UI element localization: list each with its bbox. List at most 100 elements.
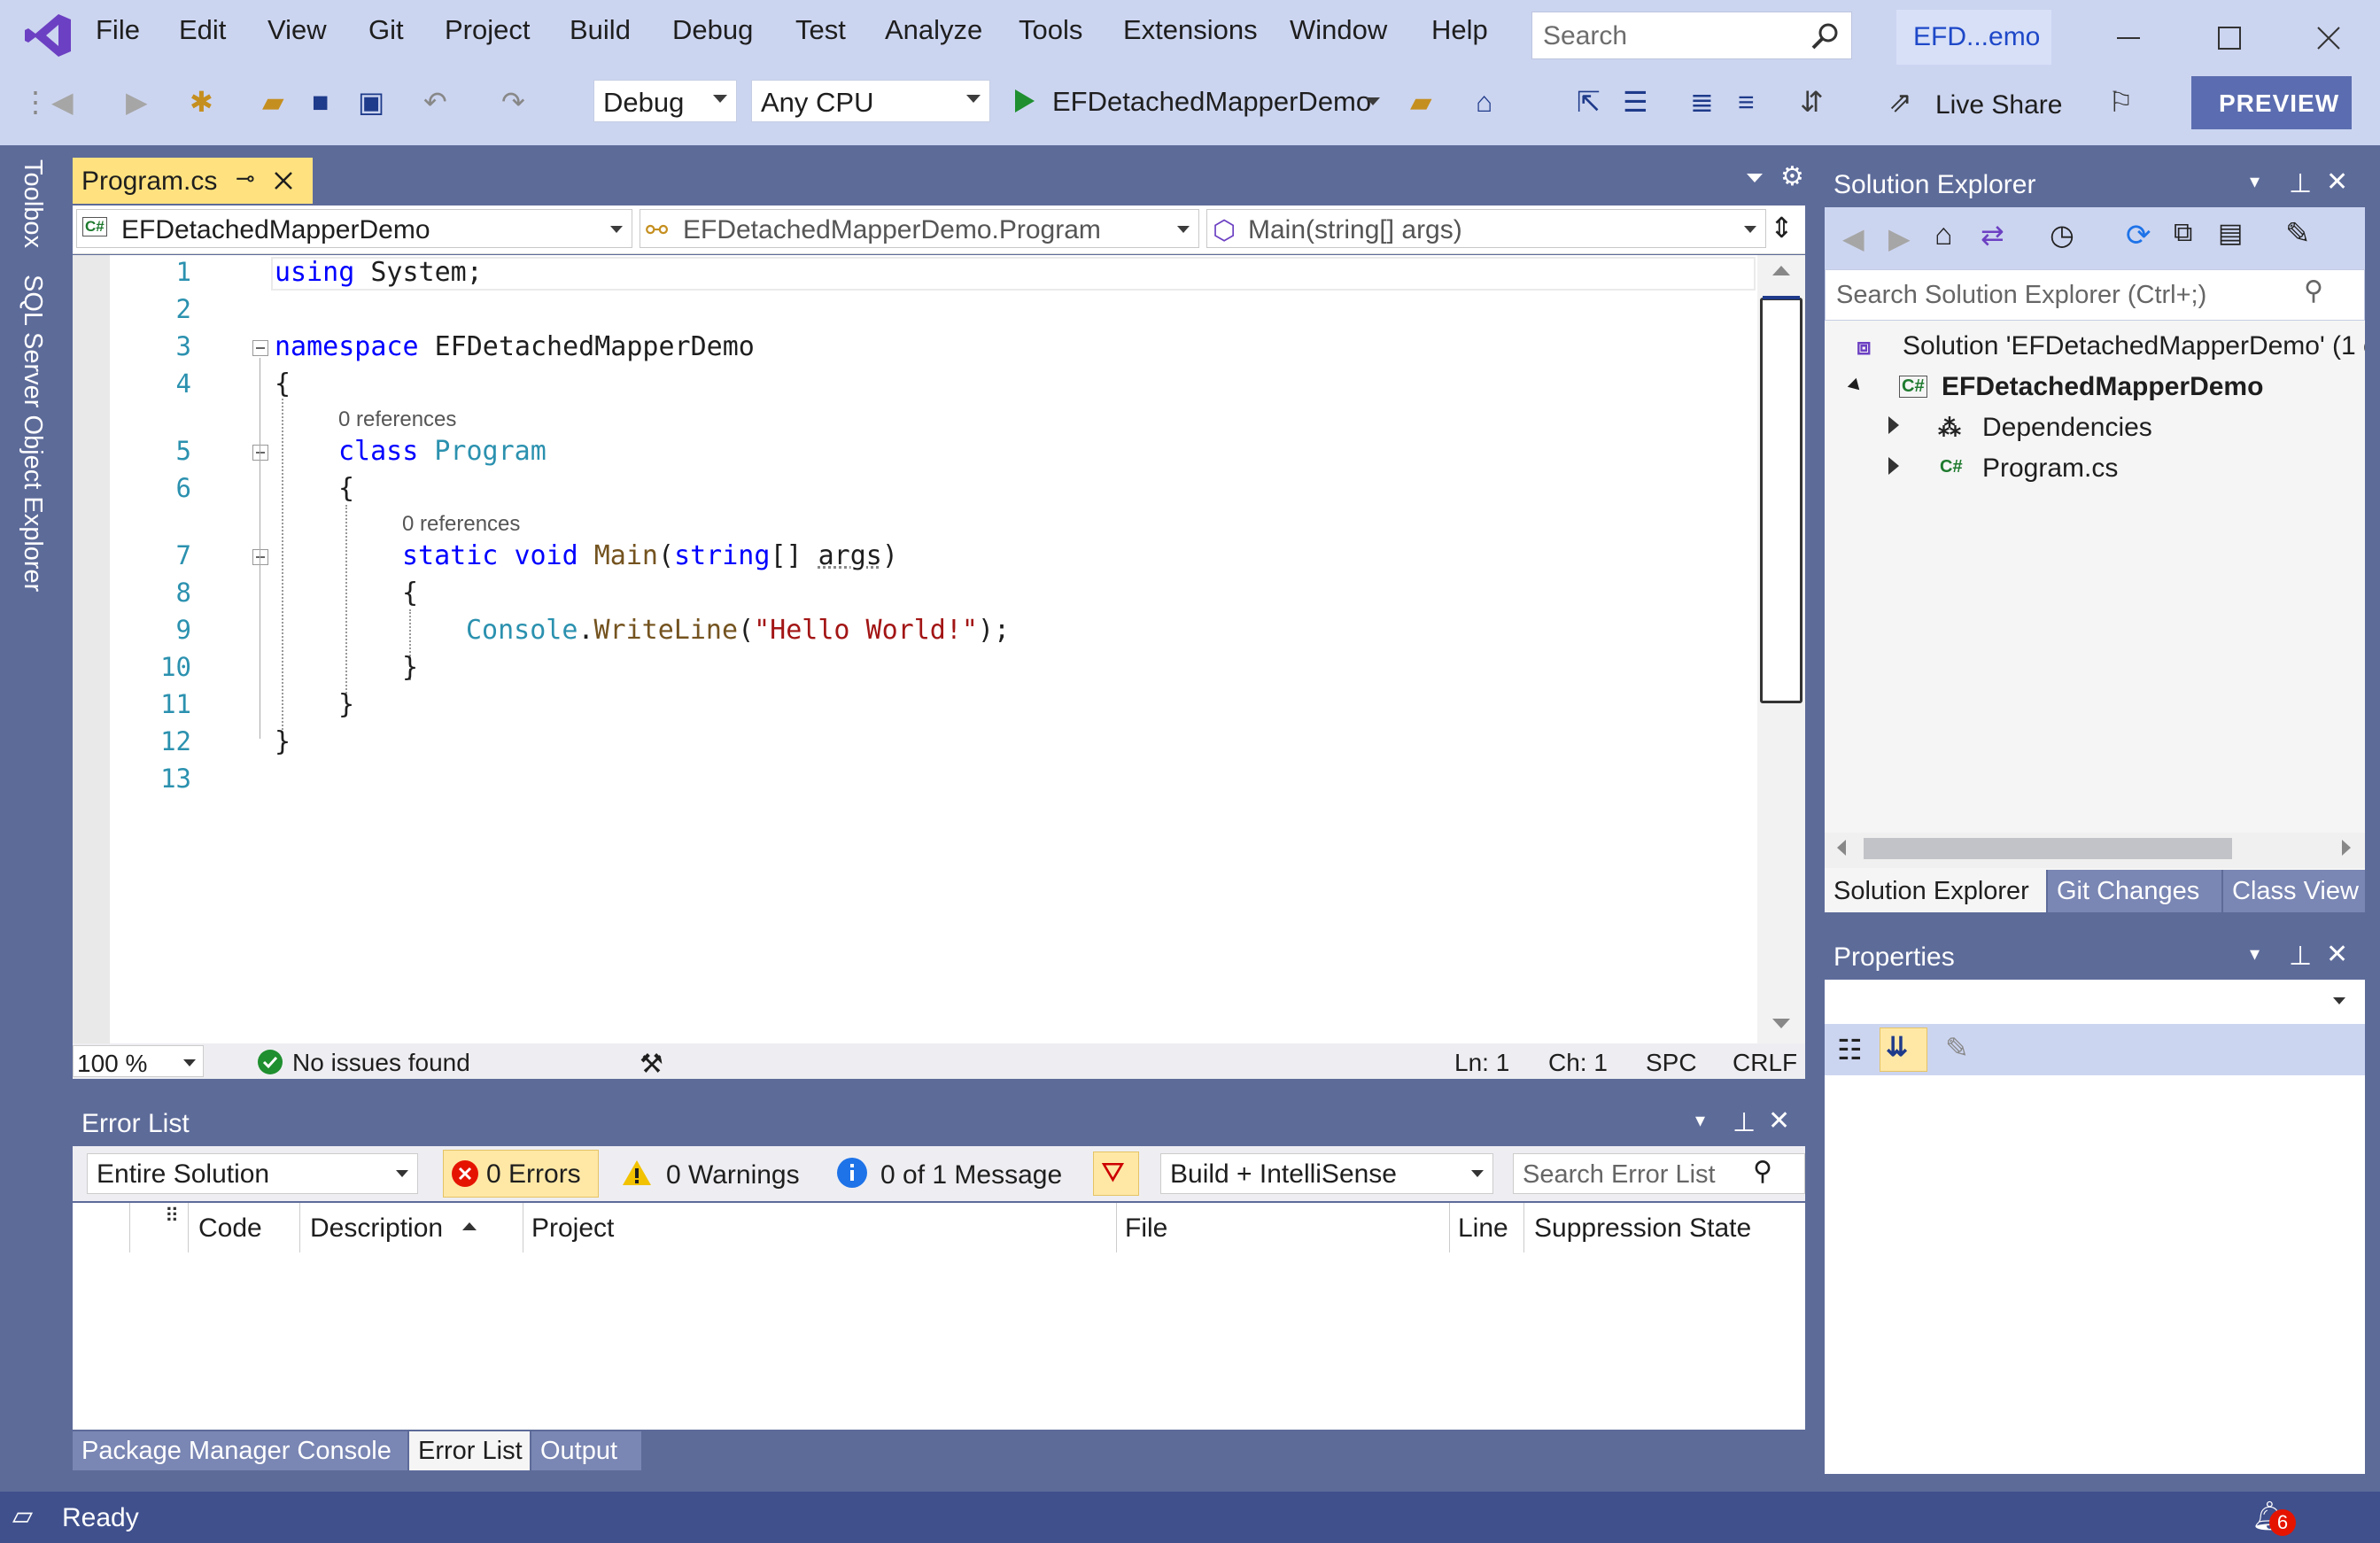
start-target-label[interactable]: EFDetachedMapperDemo xyxy=(1052,86,1371,118)
menu-view[interactable]: View xyxy=(267,14,327,46)
column-file[interactable]: File xyxy=(1125,1213,1167,1244)
chevron-down-icon[interactable] xyxy=(1366,97,1380,105)
home-icon[interactable]: ⌂ xyxy=(1934,218,1953,252)
tree-item-project[interactable]: EFDetachedMapperDemo xyxy=(1942,372,2263,402)
minimize-icon[interactable] xyxy=(2113,23,2144,53)
collapse-class-icon[interactable] xyxy=(252,445,268,461)
step-into-icon[interactable]: ⇱ xyxy=(1577,82,1601,121)
navigate-forward-icon[interactable]: ▶ xyxy=(126,82,148,121)
sql-server-object-explorer-tab[interactable]: SQL Server Object Explorer xyxy=(18,275,47,592)
navigate-back-icon[interactable]: ◀ xyxy=(51,82,74,121)
pin-icon[interactable]: ⊸ xyxy=(236,165,255,192)
property-pages-wrench-icon[interactable]: ✎ xyxy=(1945,1031,1969,1065)
window-position-icon[interactable]: ▾ xyxy=(2250,170,2260,193)
alphabetical-toggle[interactable]: ⇊ xyxy=(1880,1027,1927,1072)
collapsed-arrow-icon[interactable] xyxy=(1888,457,1899,475)
column-line[interactable]: Line xyxy=(1458,1213,1508,1244)
collapsed-arrow-icon[interactable] xyxy=(1888,416,1899,434)
close-tab-icon[interactable] xyxy=(273,170,294,191)
column-code[interactable]: Code xyxy=(198,1213,262,1244)
menu-debug[interactable]: Debug xyxy=(672,14,753,46)
properties-object-select[interactable] xyxy=(1825,980,2365,1024)
collapse-method-icon[interactable] xyxy=(252,549,268,565)
member-navigation-select[interactable]: ⬡ Main(string[] args) xyxy=(1206,209,1766,248)
show-all-files-icon[interactable]: ▤ xyxy=(2218,218,2243,249)
warnings-filter-toggle[interactable]: 0 Warnings xyxy=(666,1160,800,1190)
search-error-list-input[interactable]: Search Error List ⚲ xyxy=(1513,1153,1805,1194)
switch-views-icon[interactable]: ⇄ xyxy=(1981,218,2004,252)
line-indicator[interactable]: Ln: 1 xyxy=(1454,1049,1509,1077)
tab-output[interactable]: Output xyxy=(531,1431,641,1470)
tab-error-list[interactable]: Error List xyxy=(409,1431,530,1470)
toolbar-overflow-icon[interactable]: ⇵ xyxy=(1800,82,1824,121)
error-source-select[interactable]: Build + IntelliSense xyxy=(1160,1153,1493,1194)
type-navigation-select[interactable]: ⚯ EFDetachedMapperDemo.Program xyxy=(640,209,1199,248)
close-icon[interactable]: ✕ xyxy=(2326,167,2348,198)
menu-edit[interactable]: Edit xyxy=(179,14,226,46)
tab-class-view[interactable]: Class View xyxy=(2223,870,2365,912)
maximize-icon[interactable] xyxy=(2214,23,2244,53)
scroll-down-icon[interactable] xyxy=(1772,1019,1790,1028)
toolbar-grip-icon[interactable]: ⋮ xyxy=(21,82,50,121)
error-list-body[interactable] xyxy=(73,1252,1805,1430)
line-ending-indicator[interactable]: CRLF xyxy=(1733,1049,1797,1077)
menu-window[interactable]: Window xyxy=(1290,14,1387,46)
tab-package-manager-console[interactable]: Package Manager Console xyxy=(73,1431,407,1470)
categorized-icon[interactable]: ☷ xyxy=(1837,1033,1863,1066)
column-suppression-state[interactable]: Suppression State xyxy=(1534,1213,1751,1244)
find-in-files-icon[interactable]: ▰ xyxy=(1410,82,1432,121)
whitespace-indicator[interactable]: SPC xyxy=(1646,1049,1697,1077)
column-project[interactable]: Project xyxy=(531,1213,614,1244)
window-position-icon[interactable]: ▾ xyxy=(1695,1109,1705,1132)
code-editor[interactable] xyxy=(73,255,1805,1043)
menu-extensions[interactable]: Extensions xyxy=(1123,14,1258,46)
comment-lines-icon[interactable]: ≣ xyxy=(1690,82,1714,121)
tab-list-dropdown-icon[interactable] xyxy=(1747,174,1763,182)
column-options-icon[interactable]: ⠿ xyxy=(165,1205,179,1228)
pin-icon[interactable]: ⊥ xyxy=(1733,1107,1756,1138)
codelens-references[interactable]: 0 references xyxy=(402,512,520,537)
open-file-icon[interactable]: ▰ xyxy=(262,82,284,121)
visual-studio-logo-icon[interactable] xyxy=(23,12,73,58)
messages-filter-toggle[interactable]: 0 of 1 Message xyxy=(880,1160,1062,1190)
codelens-references[interactable]: 0 references xyxy=(338,407,456,432)
properties-wrench-icon[interactable]: ✎ xyxy=(2285,216,2311,252)
expanded-arrow-icon[interactable] xyxy=(1847,377,1864,395)
tree-item-solution[interactable]: Solution 'EFDetachedMapperDemo' (1 of 1 … xyxy=(1903,331,2365,361)
errors-filter-toggle[interactable]: 0 Errors xyxy=(443,1150,599,1198)
undo-icon[interactable]: ↶ xyxy=(423,82,447,121)
document-tab-program-cs[interactable]: Program.cs ⊸ xyxy=(73,158,313,204)
forward-icon[interactable]: ▶ xyxy=(1888,221,1911,255)
split-window-icon[interactable]: ⇕ xyxy=(1770,211,1794,244)
collapse-namespace-icon[interactable] xyxy=(252,340,268,356)
live-share-icon[interactable]: ⇗ xyxy=(1888,82,1912,121)
solution-platform-select[interactable]: Any CPU xyxy=(751,80,990,122)
search-solution-explorer-input[interactable]: Search Solution Explorer (Ctrl+;) ⚲ xyxy=(1825,269,2365,321)
clear-filter-toggle[interactable]: ⛛ xyxy=(1093,1151,1139,1196)
live-share-button[interactable]: Live Share xyxy=(1935,90,2062,120)
column-indicator[interactable]: Ch: 1 xyxy=(1548,1049,1608,1077)
close-icon[interactable]: ✕ xyxy=(2326,939,2348,970)
scrollbar-thumb[interactable] xyxy=(1864,838,2232,859)
back-icon[interactable]: ◀ xyxy=(1842,221,1864,255)
feedback-icon[interactable]: ⚐ xyxy=(2108,82,2134,121)
settings-gear-icon[interactable]: ⚙ xyxy=(1780,161,1804,192)
new-project-icon[interactable]: ✱ xyxy=(190,82,213,121)
close-icon[interactable] xyxy=(2314,23,2344,53)
scroll-left-icon[interactable] xyxy=(1837,840,1846,856)
redo-icon[interactable]: ↷ xyxy=(501,82,525,121)
menu-test[interactable]: Test xyxy=(795,14,846,46)
menu-tools[interactable]: Tools xyxy=(1019,14,1082,46)
scrollbar-thumb[interactable] xyxy=(1760,298,1802,703)
zoom-select[interactable]: 100 % xyxy=(73,1045,204,1077)
sync-icon[interactable]: ⟳ xyxy=(2126,218,2151,253)
scroll-right-icon[interactable] xyxy=(2342,840,2351,856)
code-cleanup-icon[interactable]: ⚒ xyxy=(640,1049,663,1080)
tree-item-program-cs[interactable]: Program.cs xyxy=(1982,454,2118,484)
tab-solution-explorer[interactable]: Solution Explorer xyxy=(1825,870,2046,912)
pin-icon[interactable]: ⊥ xyxy=(2289,941,2312,972)
tab-git-changes[interactable]: Git Changes xyxy=(2048,870,2221,912)
issues-status[interactable]: No issues found xyxy=(292,1049,470,1077)
browser-link-icon[interactable]: ⌂ xyxy=(1476,82,1492,121)
solution-title-badge[interactable]: EFD...emo xyxy=(1896,10,2051,65)
